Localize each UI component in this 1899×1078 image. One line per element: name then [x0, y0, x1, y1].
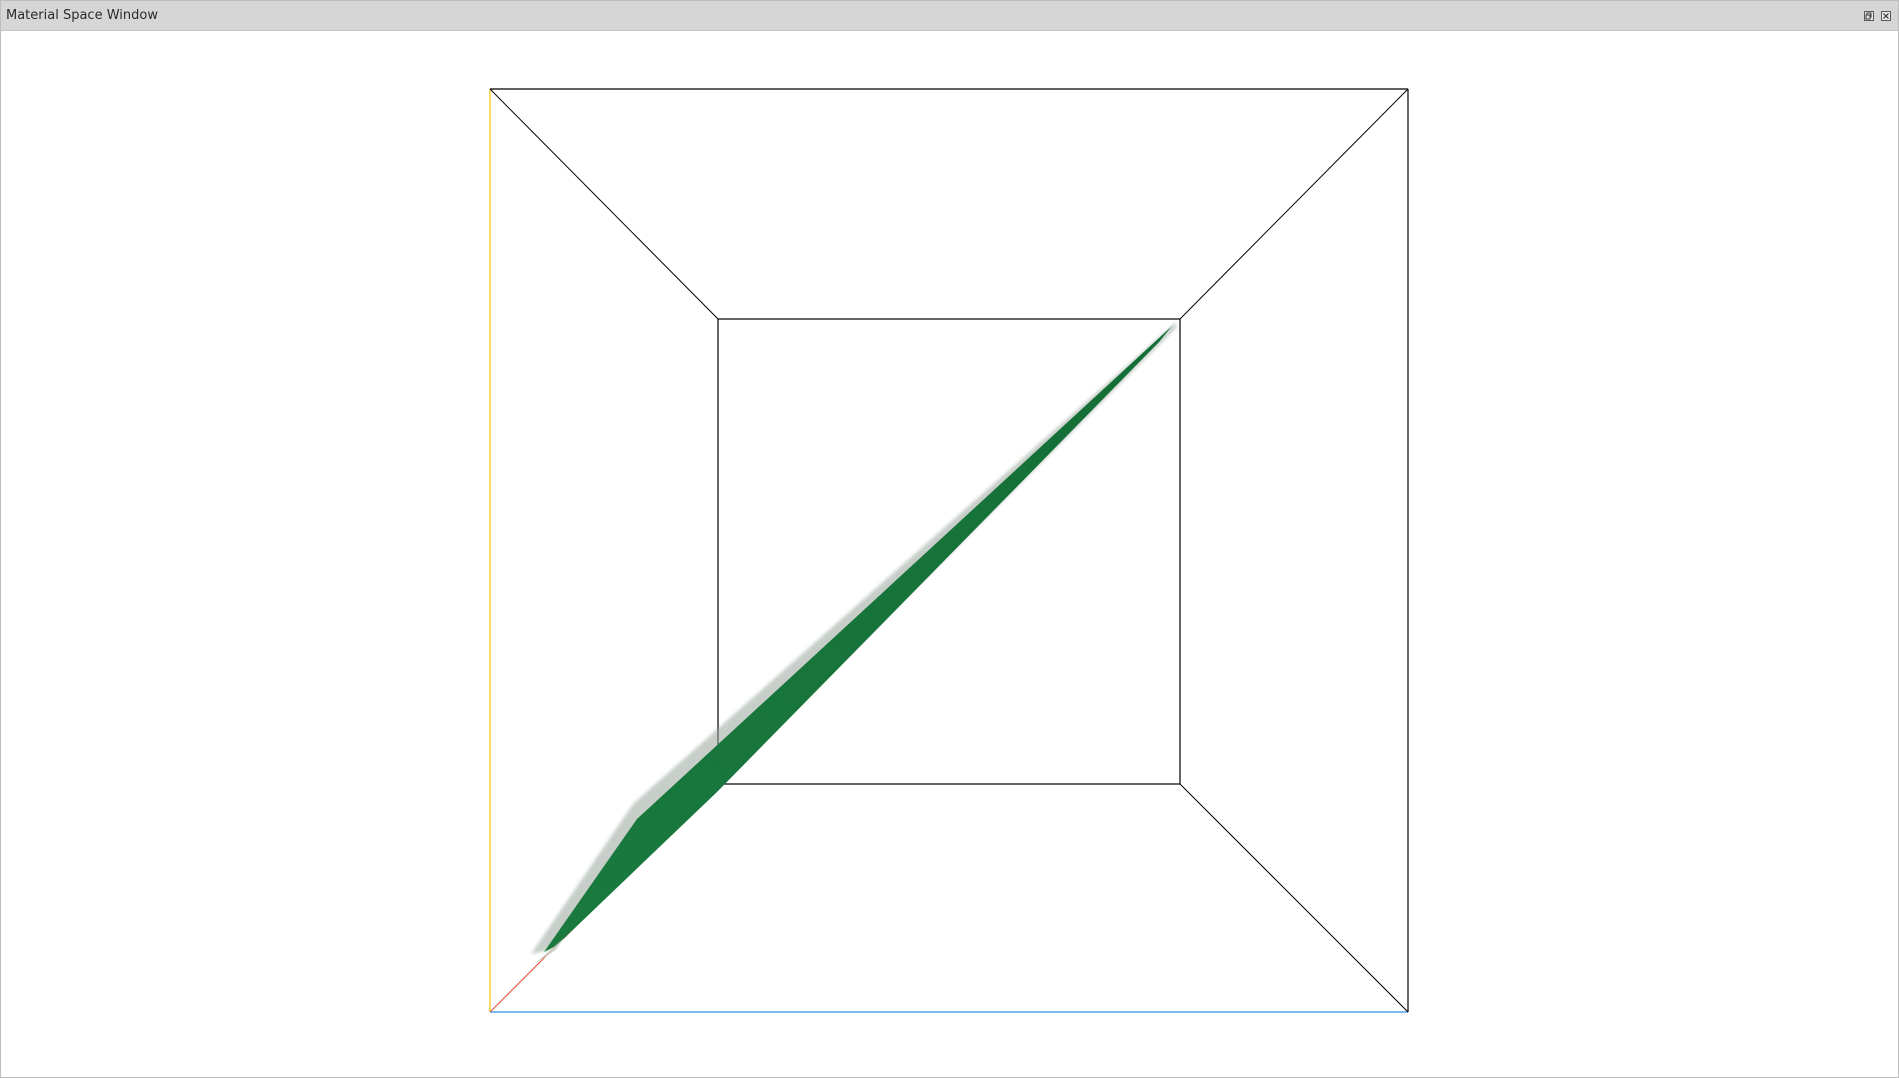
cube-edge-top-right [1179, 88, 1409, 320]
cube-edge-bottom-right [1179, 783, 1409, 1013]
material-space-window: Material Space Window [0, 0, 1899, 1078]
close-button[interactable] [1881, 11, 1891, 21]
title-bar[interactable]: Material Space Window [1, 1, 1898, 31]
material-volume [544, 326, 1172, 952]
float-button[interactable] [1864, 11, 1874, 21]
float-window-icon [1865, 12, 1872, 20]
material-space-viewport[interactable] [4, 32, 1896, 1074]
cube-3d-scene[interactable] [4, 32, 1896, 1074]
cube-edge-top-left [489, 88, 719, 320]
window-title: Material Space Window [6, 8, 158, 23]
close-icon [1883, 13, 1889, 19]
